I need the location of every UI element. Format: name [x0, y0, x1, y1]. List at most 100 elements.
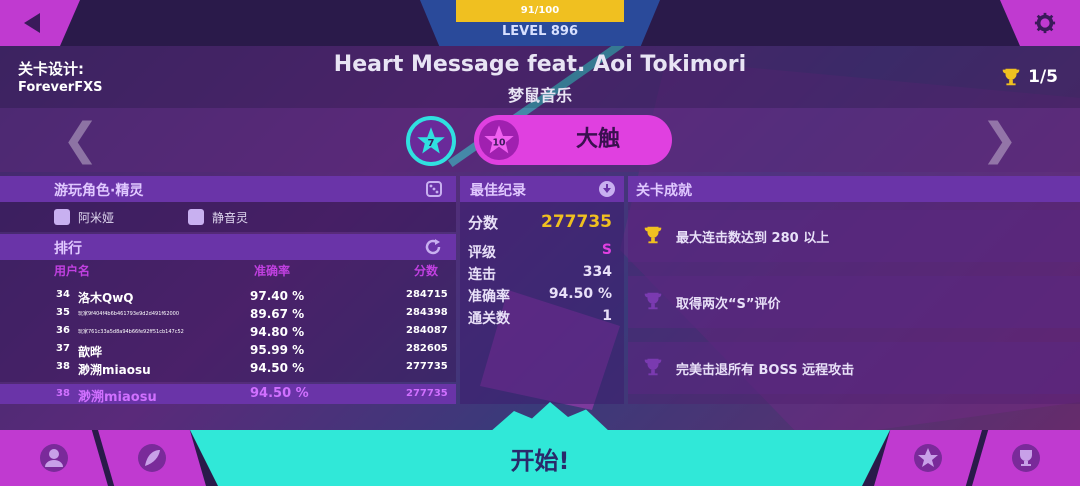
level-progress-bar: 91/100 — [456, 0, 624, 22]
level-indicator: 91/100 LEVEL 896 — [420, 0, 660, 46]
level-label: LEVEL 896 — [501, 24, 579, 39]
rank-number: 34 — [56, 289, 70, 300]
start-button[interactable]: 开始! — [190, 430, 890, 486]
best-grade-label: 评级 — [468, 245, 496, 261]
achievement-text: 取得两次“S”评价 — [676, 297, 781, 312]
person-icon — [54, 209, 70, 225]
table-row: 34 洛木QwQ 97.40 % 284715 — [0, 288, 456, 306]
role-name: 阿米娅 — [78, 211, 115, 225]
best-grade: 评级 S — [468, 242, 616, 262]
achievements-title: 关卡成就 — [636, 183, 692, 199]
ranking-columns: 用户名 准确率 分数 — [0, 260, 456, 280]
rank-score: 284715 — [406, 289, 448, 300]
rank-accuracy: 94.50 % — [250, 361, 305, 375]
best-clears-label: 通关数 — [468, 311, 510, 327]
achievement-item: 完美击退所有 BOSS 远程攻击 — [628, 342, 1080, 394]
achievement-text: 最大连击数达到 280 以上 — [676, 231, 830, 246]
level-progress-text: 91/100 — [520, 5, 560, 16]
best-clears-value: 1 — [602, 308, 612, 324]
rank-number: 36 — [56, 325, 70, 336]
difficulty-easy-value: 7 — [428, 138, 435, 149]
achievement-item: 最大连击数达到 280 以上 — [628, 210, 1080, 262]
rank-score: 277735 — [406, 361, 448, 372]
difficulty-option-selected[interactable]: 10 大触 — [474, 115, 672, 165]
rank-score: 284398 — [406, 307, 448, 318]
ranking-header: 排行 — [0, 234, 456, 260]
trophy-counter: 1/5 — [1000, 66, 1058, 88]
column-accuracy: 准确率 — [254, 264, 291, 278]
character-header: 游玩角色·精灵 — [0, 176, 456, 202]
best-accuracy: 准确率 94.50 % — [468, 286, 616, 306]
leaderboard-button[interactable] — [972, 430, 1080, 486]
sprite-button[interactable] — [98, 430, 206, 486]
rank-user: 玩家9f404f4b6b461793e9d2d491f62000 — [78, 311, 180, 317]
song-artist: 梦鼠音乐 — [507, 86, 572, 105]
achievement-text: 完美击退所有 BOSS 远程攻击 — [676, 363, 855, 378]
rank-score: 284087 — [406, 325, 448, 336]
best-clears: 通关数 1 — [468, 308, 616, 328]
rank-user: 洛木QwQ — [78, 291, 134, 305]
achievements-header: 关卡成就 — [628, 176, 1080, 202]
best-score-value: 277735 — [541, 212, 612, 232]
ranking-list[interactable]: 34 洛木QwQ 97.40 % 284715 35 玩家9f404f4b6b4… — [0, 280, 456, 382]
trophy-icon — [1012, 444, 1040, 472]
gear-icon — [1034, 12, 1056, 34]
self-rank-row: 38 渺溯miaosu 94.50 % 277735 — [0, 384, 456, 405]
column-user: 用户名 — [54, 264, 91, 278]
trophy-count-text: 1/5 — [1028, 67, 1058, 87]
achievements-panel: 关卡成就 最大连击数达到 280 以上 取得两次“S”评价 完美击退所有 BOS… — [628, 176, 1080, 404]
achievement-item: 取得两次“S”评价 — [628, 276, 1080, 328]
star-icon: 7 — [417, 127, 445, 154]
character-title: 游玩角色·精灵 — [54, 183, 144, 199]
self-rank-user: 渺溯miaosu — [78, 390, 157, 405]
rank-user: 玩家761c33a5d8a94b66fe92ff51cb147c52 — [78, 329, 184, 335]
table-row: 36 玩家761c33a5d8a94b66fe92ff51cb147c52 94… — [0, 324, 456, 342]
ranking-title: 排行 — [54, 241, 82, 257]
rank-number: 37 — [56, 343, 70, 354]
star-icon: 10 — [484, 125, 514, 154]
trophy-icon — [644, 358, 662, 376]
best-record-panel: 最佳纪录 分数 277735 评级 S 连击 334 准确率 94.50 % 通… — [460, 176, 624, 404]
prev-song-button[interactable]: ❮ — [62, 118, 99, 162]
best-score: 分数 277735 — [468, 212, 616, 233]
feather-icon — [138, 444, 166, 472]
best-combo-label: 连击 — [468, 267, 496, 283]
trophy-icon — [1002, 68, 1020, 86]
rank-number: 35 — [56, 307, 70, 318]
left-panel: 游玩角色·精灵 阿米娅 静音灵 排行 用户名 准确率 分数 34 洛木QwQ 9… — [0, 176, 456, 405]
table-row: 37 歆晔 95.99 % 282605 — [0, 342, 456, 360]
rank-accuracy: 97.40 % — [250, 289, 305, 303]
song-header: 关卡设计: ForeverFXS Heart Message feat. Aoi… — [0, 46, 1080, 108]
rank-user: 歆晔 — [78, 345, 103, 359]
character-button[interactable] — [0, 430, 108, 486]
download-icon[interactable] — [598, 180, 616, 198]
song-title: Heart Message feat. Aoi Tokimori — [333, 52, 747, 77]
difficulty-option-easy[interactable]: 7 — [406, 116, 456, 166]
rank-user: 渺溯miaosu — [78, 363, 151, 377]
rank-number: 38 — [56, 361, 70, 372]
column-score: 分数 — [414, 264, 439, 278]
next-song-button[interactable]: ❯ — [981, 118, 1018, 162]
self-rank-number: 38 — [56, 388, 70, 399]
difficulty-selected-value: 10 — [493, 137, 506, 148]
feather-icon — [188, 209, 204, 225]
rank-accuracy: 89.67 % — [250, 307, 305, 321]
rank-accuracy: 94.80 % — [250, 325, 305, 339]
best-grade-value: S — [601, 242, 612, 258]
refresh-icon[interactable] — [424, 238, 442, 256]
best-score-label: 分数 — [468, 214, 499, 232]
character-row: 阿米娅 静音灵 — [0, 202, 456, 232]
rank-accuracy: 95.99 % — [250, 343, 305, 357]
sprite-name: 静音灵 — [212, 211, 249, 225]
self-rank-accuracy: 94.50 % — [250, 386, 309, 401]
difficulty-row: ❮ ❯ 7 10 大触 — [0, 108, 1080, 172]
trophy-icon — [644, 226, 662, 244]
best-record-title: 最佳纪录 — [470, 183, 526, 199]
best-record-header: 最佳纪录 — [460, 176, 624, 202]
table-row: 38 渺溯miaosu 94.50 % 277735 — [0, 360, 456, 378]
best-combo: 连击 334 — [468, 264, 616, 284]
dice-icon[interactable] — [426, 181, 442, 197]
rank-score: 282605 — [406, 343, 448, 354]
best-combo-value: 334 — [582, 264, 612, 280]
favorite-button[interactable] — [874, 430, 982, 486]
